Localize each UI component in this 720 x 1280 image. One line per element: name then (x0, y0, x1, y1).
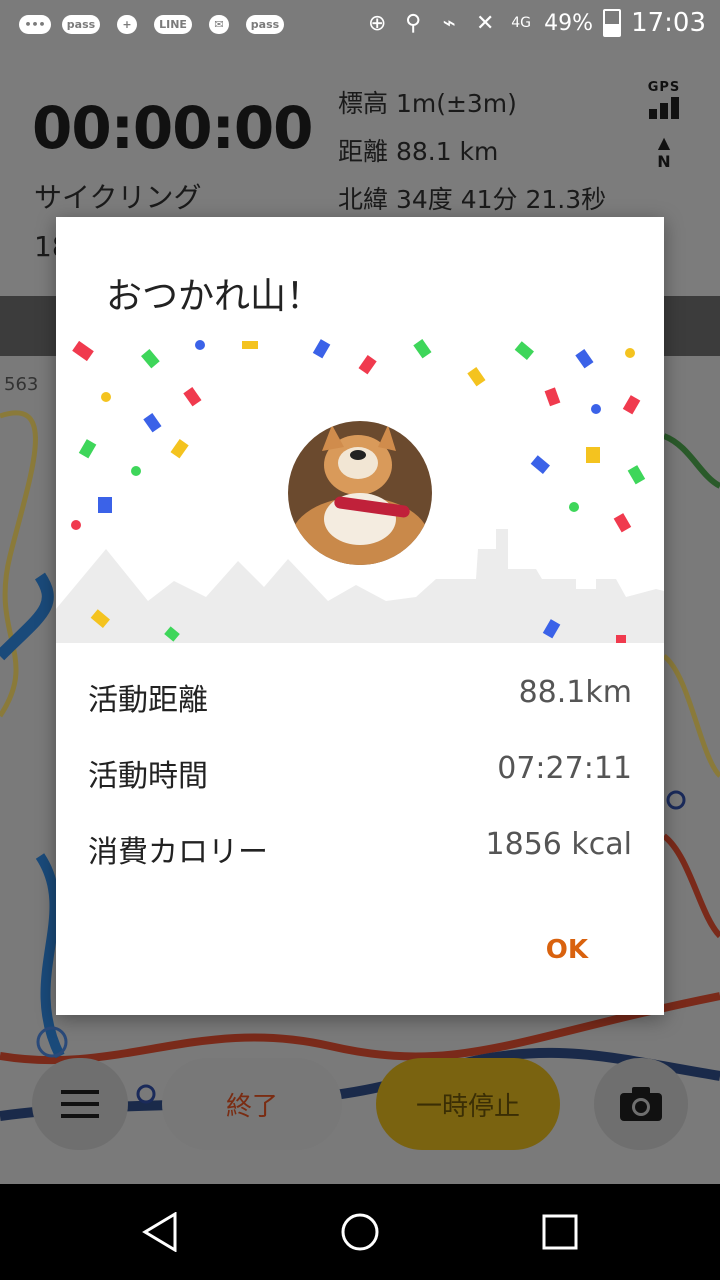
stat-value: 07:27:11 (497, 751, 632, 786)
map-label: 563 (4, 374, 38, 395)
camera-button[interactable] (594, 1058, 688, 1150)
location-icon: ⚲ (405, 10, 422, 36)
data-saver-icon: ⊕ (367, 10, 387, 36)
dialog-title: おつかれ山！ (106, 276, 323, 317)
stat-row-calories: 消費カロリー 1856 kcal (88, 827, 632, 871)
camera-icon (620, 1087, 662, 1121)
stat-row-time: 活動時間 07:27:11 (88, 751, 632, 795)
compass-icon[interactable]: ▲ N (644, 133, 684, 171)
home-icon (341, 1213, 379, 1251)
stat-value: 1856 kcal (485, 827, 632, 862)
signal-icon: 4G (511, 15, 532, 31)
distance-stat: 距離 88.1 km (338, 137, 499, 166)
system-icons: ⊕ ⚲ ⌁ ✕ 4G 49% 17:03 (364, 8, 706, 38)
completion-dialog: おつかれ山！ 活動距離 88.1km 活動時間 07:27:11 消費カロリー … (56, 217, 664, 1015)
end-button[interactable]: 終了 (162, 1058, 342, 1150)
back-icon (142, 1212, 177, 1252)
status-bar: ••• pass + LINE ✉ pass ⊕ ⚲ ⌁ ✕ 4G 49% 17… (0, 0, 720, 50)
activity-type: サイクリング (34, 181, 202, 214)
pause-button[interactable]: 一時停止 (376, 1058, 560, 1150)
dog-photo (288, 421, 432, 565)
menu-button[interactable] (32, 1058, 128, 1150)
gps-signal-icon (644, 97, 684, 119)
mail-icon: ✉ (202, 9, 236, 39)
battery-percent: 49% (544, 10, 594, 36)
clock: 17:03 (631, 8, 706, 38)
avatar (288, 421, 432, 565)
navigation-bar (0, 1184, 720, 1280)
mute-icon: ✕ (475, 10, 495, 36)
gps-label: GPS (647, 80, 681, 95)
ok-button[interactable]: OK (546, 935, 588, 965)
chat-add-icon: + (110, 9, 144, 39)
notification-icons: ••• pass + LINE ✉ pass (18, 9, 285, 39)
battery-icon (603, 9, 622, 37)
elapsed-time: 00:00:00 (32, 94, 314, 162)
stat-label: 消費カロリー (88, 835, 268, 870)
latitude-stat: 北緯 34度 41分 21.3秒 (338, 185, 607, 214)
pass-icon: pass (61, 9, 101, 39)
home-button[interactable] (330, 1202, 390, 1262)
stat-row-distance: 活動距離 88.1km (88, 675, 632, 719)
recents-icon (542, 1214, 578, 1250)
elevation-stat: 標高 1m(±3m) (338, 89, 517, 118)
nfc-icon: ⌁ (442, 10, 456, 36)
recents-button[interactable] (530, 1202, 590, 1262)
stat-label: 活動距離 (88, 683, 208, 718)
line-icon: LINE (154, 9, 192, 39)
hamburger-icon (61, 1090, 99, 1118)
stat-value: 88.1km (518, 675, 632, 710)
stat-label: 活動時間 (88, 759, 208, 794)
back-button[interactable] (130, 1202, 190, 1262)
gps-indicator: GPS ▲ N (644, 80, 684, 171)
celebration-illustration (56, 339, 664, 643)
message-icon: ••• (18, 9, 52, 39)
pass-card-icon: pass (245, 9, 285, 39)
